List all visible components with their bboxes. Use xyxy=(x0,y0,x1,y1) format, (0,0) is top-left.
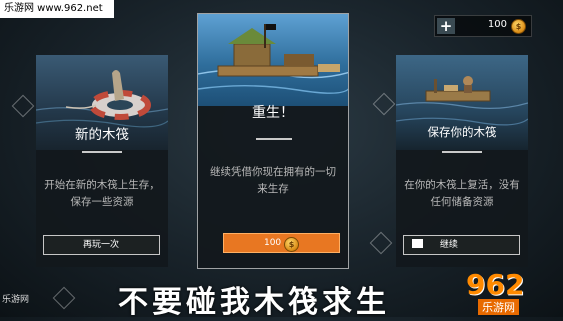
logo-number: 962 xyxy=(466,268,525,301)
decor-diamond xyxy=(372,92,396,116)
raft-art xyxy=(198,14,348,106)
play-again-button[interactable]: 再玩一次 xyxy=(43,235,160,255)
card-description: 开始在新的木筏上生存，保存一些资源 xyxy=(44,179,160,208)
card-description: 在你的木筏上复活，没有任何储备资源 xyxy=(404,179,520,208)
card-title: 保存你的木筏 xyxy=(427,125,497,139)
new-raft-card[interactable]: 新的木筏 开始在新的木筏上生存，保存一些资源 再玩一次 xyxy=(36,55,168,267)
coin-icon: $ xyxy=(284,237,300,252)
button-amount: 100 xyxy=(263,238,282,248)
continue-button[interactable]: 继续 xyxy=(403,235,520,255)
decor-diamond xyxy=(11,94,35,118)
decor-diamond xyxy=(52,286,76,310)
title-divider xyxy=(256,138,292,140)
respawn-pay-button[interactable]: 100 $ xyxy=(223,233,340,253)
clapperboard-icon xyxy=(412,239,423,248)
promo-caption: 不要碰我木筏求生 xyxy=(118,285,390,320)
raft-illustration xyxy=(198,24,348,94)
currency-counter: + 100 $ xyxy=(434,15,532,37)
card-title: 新的木筏 xyxy=(75,127,129,143)
site-watermark-left: 乐游网 xyxy=(2,295,30,305)
logo-text: 乐游网 xyxy=(478,299,519,315)
title-divider xyxy=(82,151,122,153)
coin-icon: $ xyxy=(511,19,526,34)
site-watermark: 乐游网 www.962.net xyxy=(0,0,114,18)
site-logo: 962 乐游网 xyxy=(462,268,560,315)
button-label: 再玩一次 xyxy=(83,240,120,250)
card-description: 继续凭借你现在拥有的一切来生存 xyxy=(210,166,336,195)
decor-diamond xyxy=(369,231,393,255)
currency-amount: 100 xyxy=(487,19,507,30)
add-currency-button[interactable]: + xyxy=(437,18,455,34)
button-label: 继续 xyxy=(439,240,458,250)
respawn-card[interactable]: 重生！ 继续凭借你现在拥有的一切来生存 100 $ xyxy=(197,13,349,269)
title-divider xyxy=(442,151,482,153)
card-title: 重生！ xyxy=(252,105,294,121)
save-raft-card[interactable]: 保存你的木筏 在你的木筏上复活，没有任何储备资源 继续 xyxy=(396,55,528,267)
